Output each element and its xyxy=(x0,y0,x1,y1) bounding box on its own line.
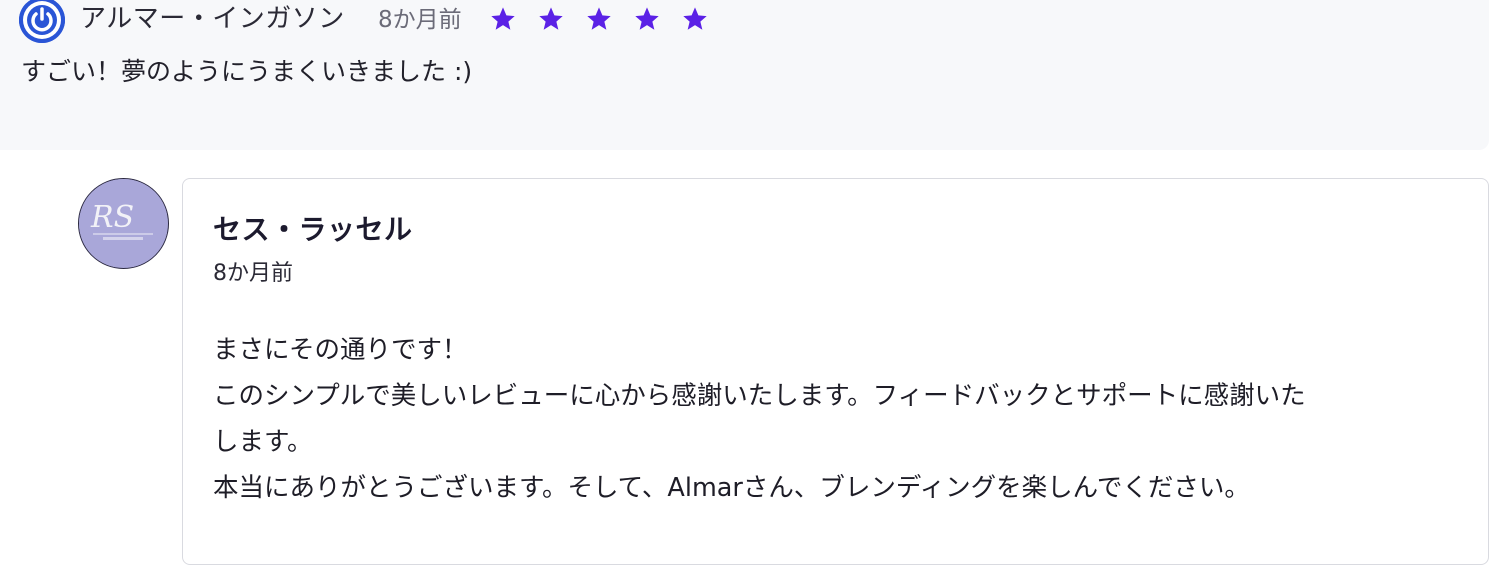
review-time: 8か月前 xyxy=(378,7,462,33)
star-icon xyxy=(585,5,613,33)
svg-text:RS: RS xyxy=(90,200,134,235)
rs-logo-avatar: RS xyxy=(79,179,167,267)
reply-line: このシンプルで美しいレビューに心から感謝いたします。フィードバックとサポートに感… xyxy=(213,381,1306,411)
reply-time: 8か月前 xyxy=(213,261,293,286)
star-icon xyxy=(633,5,661,33)
reply-line: まさにその通りです！ xyxy=(213,335,468,365)
rating-stars xyxy=(489,5,709,33)
reply-avatar[interactable]: RS xyxy=(78,178,169,269)
review-body: すごい！夢のようにうまくいきました :) xyxy=(21,57,473,86)
reply-card: セス・ラッセル 8か月前 まさにその通りです！ このシンプルで美しいレビューに心… xyxy=(182,178,1489,565)
star-icon xyxy=(537,5,565,33)
reply-body: まさにその通りです！ このシンプルで美しいレビューに心から感謝いたします。フィー… xyxy=(213,327,1463,511)
star-icon xyxy=(489,5,517,33)
reply-author-name: セス・ラッセル xyxy=(213,213,413,246)
star-icon xyxy=(681,5,709,33)
review-card: アルマー・インガソン 8か月前 すごい！夢のようにうまくいきました :) xyxy=(0,0,1489,150)
power-avatar-icon xyxy=(19,0,65,43)
reply-line: 本当にありがとうございます。そして、Almarさん、ブレンディングを楽しんでくだ… xyxy=(213,473,1250,503)
reviewer-name: アルマー・インガソン xyxy=(80,4,345,34)
reviewer-avatar[interactable] xyxy=(19,0,65,43)
reply-line: します。 xyxy=(213,427,313,457)
